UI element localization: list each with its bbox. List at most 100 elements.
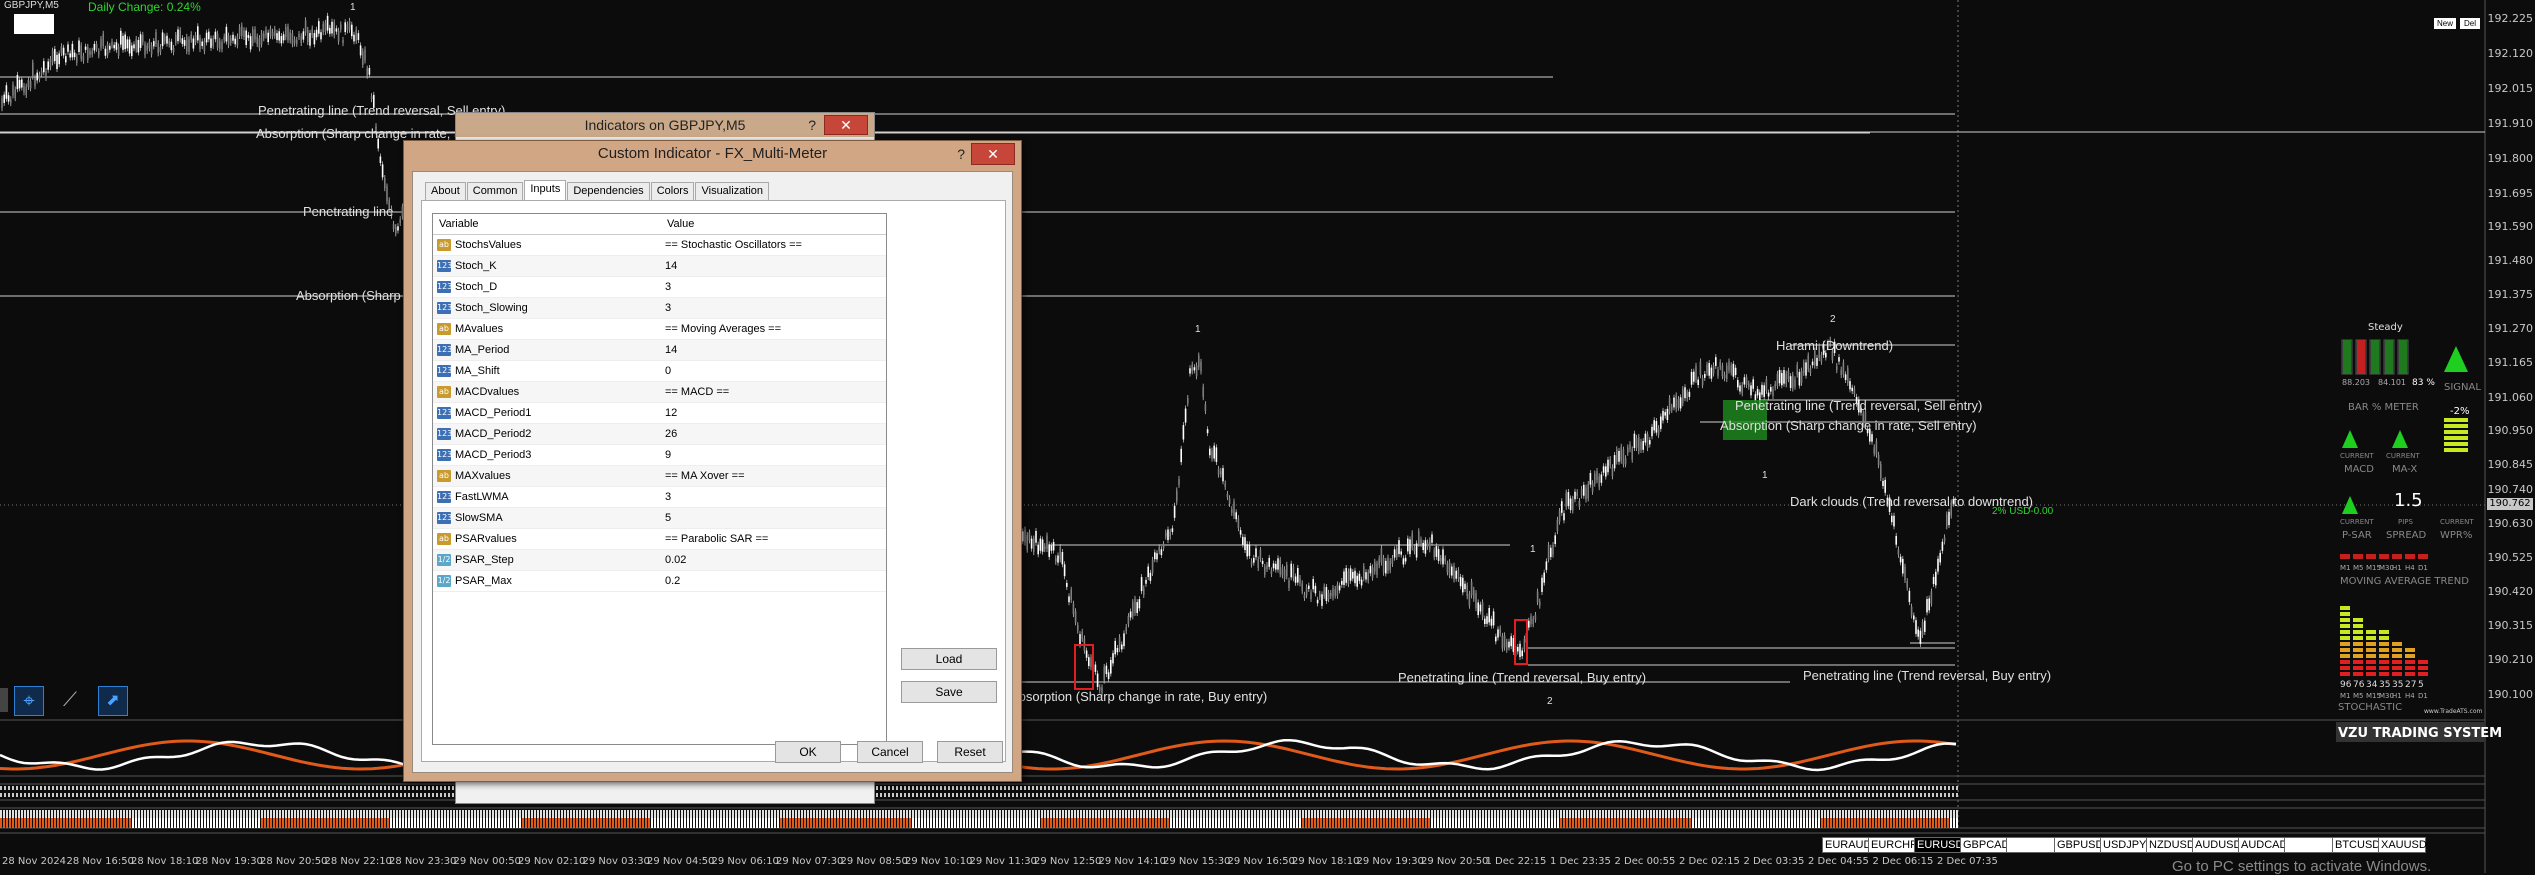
column-variable[interactable]: Variable (433, 214, 661, 234)
symbol-tab[interactable]: USDJPY (2100, 837, 2148, 853)
strip-tick (1131, 810, 1133, 818)
dialog-titlebar[interactable]: Custom Indicator - FX_Multi-Meter ? ✕ (404, 141, 1021, 167)
crosshair-tool-icon[interactable]: ⌖ (14, 686, 44, 716)
save-button[interactable]: Save (901, 681, 997, 703)
strip-tick (303, 810, 305, 818)
symbol-tab[interactable] (2284, 837, 2334, 853)
strip-tick (1257, 818, 1259, 828)
strip-tick (1014, 810, 1016, 818)
ok-button[interactable]: OK (775, 741, 841, 763)
symbol-tab[interactable]: GBPUSD (2054, 837, 2103, 853)
tab-visualization[interactable]: Visualization (695, 182, 770, 200)
table-row[interactable]: ab MAvalues == Moving Averages == (433, 319, 886, 340)
strip-tick (1701, 810, 1703, 818)
symbol-tab[interactable]: XAUUSD (2378, 837, 2427, 853)
strip-tick (1581, 818, 1583, 828)
value-cell[interactable]: == MACD == (661, 382, 886, 402)
value-cell[interactable]: 3 (661, 487, 886, 507)
value-cell[interactable]: 26 (661, 424, 886, 444)
candle-body (29, 81, 32, 89)
table-row[interactable]: 123 MA_Period 14 (433, 340, 886, 361)
column-value[interactable]: Value (661, 214, 694, 234)
reset-button[interactable]: Reset (937, 741, 1003, 763)
close-button[interactable]: ✕ (971, 143, 1015, 165)
strip-tick (1560, 786, 1562, 790)
tab-colors[interactable]: Colors (650, 182, 695, 200)
tab-about[interactable]: About (425, 182, 466, 200)
symbol-tab[interactable]: AUDUSD (2192, 837, 2241, 853)
value-cell[interactable]: == Stochastic Oscillators == (661, 235, 886, 255)
table-row[interactable]: ab MACDvalues == MACD == (433, 382, 886, 403)
cancel-button[interactable]: Cancel (857, 741, 923, 763)
strip-tick (648, 810, 650, 818)
table-row[interactable]: 123 MACD_Period3 9 (433, 445, 886, 466)
load-button[interactable]: Load (901, 648, 997, 670)
strip-tick (951, 818, 953, 828)
help-button[interactable]: ? (957, 141, 965, 167)
table-row[interactable]: ab StochsValues == Stochastic Oscillators … (433, 235, 886, 256)
strip-tick (318, 810, 320, 818)
table-row[interactable]: 123 Stoch_K 14 (433, 256, 886, 277)
symbol-tab[interactable]: EURUSD (1914, 837, 1963, 853)
strip-tick (1425, 818, 1427, 828)
table-row[interactable]: ab PSARvalues == Parabolic SAR == (433, 529, 886, 550)
value-cell[interactable]: 5 (661, 508, 886, 528)
table-row[interactable]: 123 Stoch_D 3 (433, 277, 886, 298)
value-cell[interactable]: 0.2 (661, 571, 886, 591)
line-tool-icon[interactable]: ⟋ (56, 686, 84, 714)
table-row[interactable]: 1/2 PSAR_Max 0.2 (433, 571, 886, 592)
table-row[interactable]: 123 SlowSMA 5 (433, 508, 886, 529)
symbol-tab[interactable] (2006, 837, 2056, 853)
strip-tick (1455, 818, 1457, 828)
strip-tick (1590, 810, 1592, 818)
symbol-tab[interactable]: EURCHF (1868, 837, 1917, 853)
strip-tick (228, 786, 230, 790)
value-cell[interactable]: 14 (661, 340, 886, 360)
tab-inputs[interactable]: Inputs (524, 180, 567, 202)
strip-tick (1446, 818, 1448, 828)
symbol-tab[interactable]: AUDCAD (2238, 837, 2287, 853)
variable-cell: 1/2 PSAR_Max (433, 571, 661, 591)
value-cell[interactable]: 0 (661, 361, 886, 381)
close-button[interactable]: ✕ (824, 115, 868, 135)
table-row[interactable]: 123 Stoch_Slowing 3 (433, 298, 886, 319)
table-row[interactable]: ab MAXvalues == MA Xover == (433, 466, 886, 487)
toolbar-small-icon[interactable] (0, 688, 8, 712)
strip-tick (1371, 818, 1373, 828)
strip-tick (1104, 818, 1106, 828)
symbol-tab[interactable]: BTCUSD (2332, 837, 2380, 853)
table-row[interactable]: 123 MA_Shift 0 (433, 361, 886, 382)
symbol-tab[interactable]: GBPCAD (1960, 837, 2009, 853)
value-cell[interactable]: == Moving Averages == (661, 319, 886, 339)
stoch-cell (2366, 660, 2376, 664)
strip-tick (1600, 786, 1602, 790)
value-cell[interactable]: 0.02 (661, 550, 886, 570)
table-row[interactable]: 123 MACD_Period2 26 (433, 424, 886, 445)
value-cell[interactable]: == MA Xover == (661, 466, 886, 486)
table-row[interactable]: 1/2 PSAR_Step 0.02 (433, 550, 886, 571)
value-cell[interactable]: 14 (661, 256, 886, 276)
table-row[interactable]: 123 FastLWMA 3 (433, 487, 886, 508)
candle-body (326, 15, 329, 31)
table-row[interactable]: 123 MACD_Period1 12 (433, 403, 886, 424)
tab-dependencies[interactable]: Dependencies (567, 182, 650, 200)
value-cell[interactable]: 3 (661, 277, 886, 297)
help-button[interactable]: ? (808, 113, 816, 137)
candle-body (1149, 572, 1152, 581)
strip-tick (300, 810, 302, 818)
new-button[interactable]: New (2434, 18, 2456, 29)
value-cell[interactable]: == Parabolic SAR == (661, 529, 886, 549)
tab-common[interactable]: Common (466, 182, 524, 200)
indicators-dialog-titlebar[interactable]: Indicators on GBPJPY,M5 ? ✕ (456, 113, 874, 137)
value-cell[interactable]: 12 (661, 403, 886, 423)
value-cell[interactable]: 9 (661, 445, 886, 465)
symbol-tab[interactable]: EURAUD (1822, 837, 1871, 853)
del-button[interactable]: Del (2460, 18, 2480, 29)
value-cell[interactable]: 3 (661, 298, 886, 318)
candle-body (1574, 491, 1576, 500)
screenshot-icon[interactable]: ⬈ (98, 686, 128, 716)
symbol-tab[interactable]: NZDUSD (2146, 837, 2195, 853)
strip-tick (1110, 810, 1112, 818)
strip-tick (1395, 818, 1397, 828)
candle-body (1701, 377, 1704, 386)
